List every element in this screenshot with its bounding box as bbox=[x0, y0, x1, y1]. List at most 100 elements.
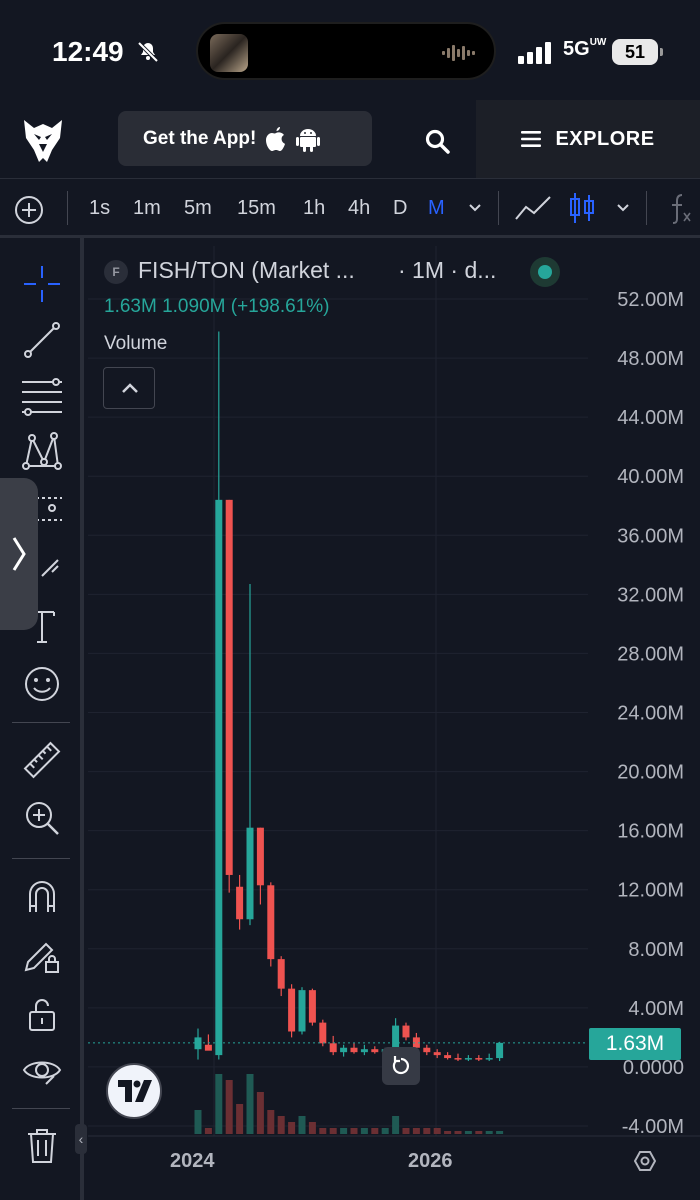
volume-bar bbox=[204, 1128, 212, 1134]
y-axis-tick-label: 12.00M bbox=[617, 880, 684, 902]
chevron-down-icon[interactable] bbox=[468, 203, 482, 213]
side-panel-handle[interactable] bbox=[0, 478, 38, 630]
refresh-icon bbox=[392, 1056, 409, 1075]
get-app-label: Get the App! bbox=[143, 127, 257, 149]
toolbar-divider bbox=[646, 191, 647, 225]
y-axis-tick-label: 24.00M bbox=[617, 703, 684, 725]
interval-d[interactable]: D bbox=[393, 197, 407, 220]
volume-bar bbox=[350, 1128, 358, 1134]
x-axis-label: 2024 bbox=[170, 1150, 215, 1172]
bell-muted-icon bbox=[137, 41, 159, 63]
tools-divider bbox=[12, 858, 70, 859]
candle-body bbox=[444, 1055, 452, 1059]
unlock-icon[interactable] bbox=[22, 994, 62, 1034]
toolbar-divider bbox=[67, 191, 68, 225]
y-axis-tick-label: 44.00M bbox=[617, 407, 684, 429]
candle-body bbox=[360, 1049, 368, 1053]
explore-label: EXPLORE bbox=[555, 127, 655, 150]
tradingview-logo-icon bbox=[118, 1080, 152, 1102]
get-app-button[interactable]: Get the App! bbox=[118, 111, 372, 166]
chart-toolbar: 1s 1m 5m 15m 1h 4h D M bbox=[0, 178, 700, 238]
candle-body bbox=[350, 1047, 358, 1053]
cellular-signal-icon bbox=[518, 42, 551, 64]
hide-drawings-eye-icon[interactable] bbox=[22, 1050, 62, 1090]
battery-indicator: 51 bbox=[612, 39, 663, 65]
volume-bar bbox=[236, 1104, 244, 1134]
magnet-icon[interactable] bbox=[22, 876, 62, 916]
y-axis-tick-label: 40.00M bbox=[617, 466, 684, 488]
app-header: Get the App! EXPLORE bbox=[0, 100, 700, 178]
volume-bar bbox=[319, 1128, 327, 1134]
collapse-panel-handle[interactable]: ‹ bbox=[75, 1124, 87, 1154]
add-symbol-icon[interactable] bbox=[14, 195, 44, 225]
candle-body bbox=[308, 990, 316, 1023]
android-icon bbox=[296, 128, 321, 152]
drawing-tools-panel bbox=[0, 238, 84, 1200]
y-axis-tick-label: 16.00M bbox=[617, 821, 684, 843]
pattern-tool-icon[interactable] bbox=[22, 432, 62, 472]
volume-bar bbox=[308, 1122, 316, 1134]
candle-body bbox=[236, 886, 244, 920]
volume-bar bbox=[329, 1128, 337, 1134]
y-axis-tick-label: 4.00M bbox=[628, 998, 684, 1020]
volume-bar bbox=[288, 1122, 296, 1134]
candle-body bbox=[298, 990, 306, 1032]
line-chart-type-icon[interactable] bbox=[514, 195, 552, 223]
toolbar-divider bbox=[498, 191, 499, 225]
crosshair-icon[interactable] bbox=[22, 264, 62, 304]
tools-divider bbox=[12, 722, 70, 723]
status-time: 12:49 bbox=[52, 36, 124, 67]
interval-m[interactable]: M bbox=[428, 197, 445, 220]
interval-5m[interactable]: 5m bbox=[184, 197, 212, 220]
candle-body bbox=[454, 1058, 462, 1060]
candlestick-chart-type-icon[interactable] bbox=[568, 191, 596, 225]
volume-bar bbox=[360, 1128, 368, 1134]
trend-line-icon[interactable] bbox=[22, 320, 62, 360]
candle-body bbox=[256, 827, 264, 886]
y-axis-tick-label: 48.00M bbox=[617, 348, 684, 370]
volume-bar bbox=[475, 1131, 483, 1134]
indicators-fx-icon[interactable] bbox=[668, 193, 694, 225]
interval-1m[interactable]: 1m bbox=[133, 197, 161, 220]
interval-4h[interactable]: 4h bbox=[348, 197, 370, 220]
fib-retracement-icon[interactable] bbox=[22, 376, 62, 416]
ohlc-values: 1.63M 1.090M (+198.61%) bbox=[104, 296, 330, 317]
zoom-in-icon[interactable] bbox=[22, 798, 62, 838]
interval-1s[interactable]: 1s bbox=[89, 197, 110, 220]
volume-bar bbox=[371, 1128, 379, 1134]
x-axis-label: 2026 bbox=[408, 1150, 453, 1172]
symbol-name[interactable]: FISH/TON (Market ... bbox=[138, 257, 355, 284]
chart-settings-icon[interactable] bbox=[634, 1150, 656, 1172]
chevron-up-icon bbox=[122, 383, 138, 393]
candle-body bbox=[371, 1049, 379, 1053]
tradingview-logo[interactable] bbox=[106, 1063, 162, 1119]
search-icon[interactable] bbox=[424, 128, 450, 154]
volume-bar bbox=[496, 1131, 504, 1134]
emoji-icon[interactable] bbox=[22, 664, 62, 704]
candle-body bbox=[433, 1052, 441, 1056]
candle-body bbox=[225, 499, 233, 875]
collapse-legend-button[interactable] bbox=[103, 367, 155, 409]
symbol-badge: F bbox=[104, 260, 128, 284]
album-art-thumbnail bbox=[210, 34, 248, 72]
volume-bar bbox=[412, 1128, 420, 1134]
lock-drawings-icon[interactable] bbox=[22, 934, 62, 974]
reset-chart-button[interactable] bbox=[382, 1047, 420, 1085]
candle-body bbox=[475, 1058, 483, 1060]
candle-body bbox=[392, 1025, 400, 1050]
volume-bar bbox=[246, 1074, 254, 1134]
candle-body bbox=[423, 1047, 431, 1053]
symbol-timeframe: · 1M · d... bbox=[398, 257, 497, 283]
explore-button[interactable]: EXPLORE bbox=[476, 100, 700, 178]
candle-body bbox=[267, 885, 275, 960]
candle-body bbox=[319, 1022, 327, 1044]
chevron-down-icon[interactable] bbox=[616, 203, 630, 213]
ruler-icon[interactable] bbox=[22, 740, 62, 780]
volume-bar bbox=[444, 1131, 452, 1134]
volume-bar bbox=[194, 1110, 202, 1134]
eagle-logo-icon[interactable] bbox=[22, 114, 64, 164]
trash-icon[interactable] bbox=[22, 1126, 62, 1166]
interval-1h[interactable]: 1h bbox=[303, 197, 325, 220]
dynamic-island[interactable] bbox=[196, 22, 496, 80]
interval-15m[interactable]: 15m bbox=[237, 197, 276, 220]
